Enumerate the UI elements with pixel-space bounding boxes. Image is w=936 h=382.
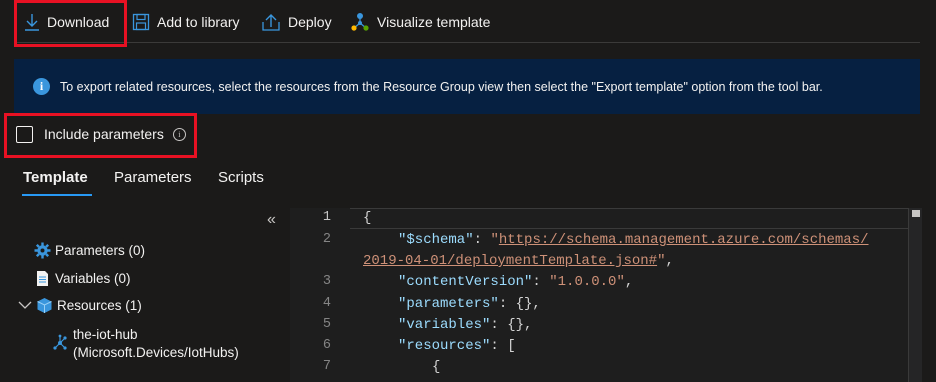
code-line: "resources": [ bbox=[398, 338, 516, 354]
current-line-highlight bbox=[350, 208, 910, 229]
code-line: "variables": {}, bbox=[398, 317, 533, 333]
tree-item-label: Parameters (0) bbox=[55, 243, 146, 258]
editor-scrollbar[interactable] bbox=[908, 208, 922, 382]
code-line: "parameters": {}, bbox=[398, 296, 541, 312]
tree-item-resources[interactable]: Resources (1) bbox=[18, 297, 142, 314]
upload-icon bbox=[261, 12, 281, 32]
line-number: 5 bbox=[322, 317, 331, 332]
line-number: 1 bbox=[322, 210, 331, 225]
line-number: 3 bbox=[322, 274, 331, 289]
resource-type: (Microsoft.Devices/IotHubs) bbox=[73, 345, 239, 360]
tab-template[interactable]: Template bbox=[23, 169, 88, 186]
tree-item-parameters[interactable]: Parameters (0) bbox=[34, 242, 145, 259]
info-banner-text: To export related resources, select the … bbox=[60, 79, 823, 94]
download-highlight bbox=[14, 0, 127, 47]
visualize-template-label: Visualize template bbox=[377, 14, 491, 30]
iot-hub-icon bbox=[52, 334, 69, 351]
cube-icon bbox=[36, 297, 53, 314]
add-to-library-button[interactable]: Add to library bbox=[132, 5, 239, 39]
tab-scripts[interactable]: Scripts bbox=[218, 169, 264, 186]
tab-parameters[interactable]: Parameters bbox=[114, 169, 192, 186]
info-banner: i To export related resources, select th… bbox=[14, 59, 920, 114]
code-line: 2019-04-01/deploymentTemplate.json#", bbox=[363, 253, 674, 269]
code-editor[interactable]: 1 2 3 4 5 6 7 { "$schema": "https://sche… bbox=[290, 208, 922, 382]
document-icon bbox=[34, 270, 51, 287]
deploy-label: Deploy bbox=[288, 14, 332, 30]
line-number: 4 bbox=[322, 296, 331, 311]
command-bar: Download Add to library Deploy Visualize… bbox=[0, 0, 936, 44]
info-icon: i bbox=[33, 78, 50, 95]
chevron-down-icon[interactable] bbox=[18, 298, 32, 313]
line-number: 7 bbox=[322, 359, 331, 374]
code-line: "contentVersion": "1.0.0.0", bbox=[398, 274, 634, 290]
code-line: { bbox=[363, 210, 372, 226]
scrollbar-marker bbox=[912, 210, 920, 217]
code-line: "$schema": "https://schema.management.az… bbox=[398, 232, 869, 248]
deploy-button[interactable]: Deploy bbox=[261, 5, 332, 39]
double-chevron-left-icon: « bbox=[267, 211, 276, 228]
include-parameters-highlight bbox=[4, 113, 197, 158]
line-number: 2 bbox=[322, 232, 331, 247]
collapse-pane-button[interactable]: « bbox=[267, 211, 276, 229]
tree-item-the-iot-hub[interactable]: the-iot-hub (Microsoft.Devices/IotHubs) bbox=[52, 326, 239, 362]
visualize-template-button[interactable]: Visualize template bbox=[350, 5, 490, 39]
line-number: 6 bbox=[322, 338, 331, 353]
active-tab-indicator bbox=[22, 194, 92, 196]
tree-item-label: Resources (1) bbox=[57, 298, 142, 313]
toolbar-divider bbox=[14, 42, 920, 43]
tree-item-label: Variables (0) bbox=[55, 271, 131, 286]
code-line: { bbox=[432, 359, 441, 375]
resource-name: the-iot-hub bbox=[73, 327, 138, 342]
add-to-library-label: Add to library bbox=[157, 14, 240, 30]
gear-icon bbox=[34, 242, 51, 259]
tree-item-variables[interactable]: Variables (0) bbox=[34, 270, 131, 287]
template-tabs: Template Parameters Scripts bbox=[0, 165, 300, 196]
save-icon bbox=[132, 13, 150, 31]
line-number-gutter: 1 2 3 4 5 6 7 bbox=[290, 208, 350, 382]
diagram-icon bbox=[350, 12, 370, 32]
